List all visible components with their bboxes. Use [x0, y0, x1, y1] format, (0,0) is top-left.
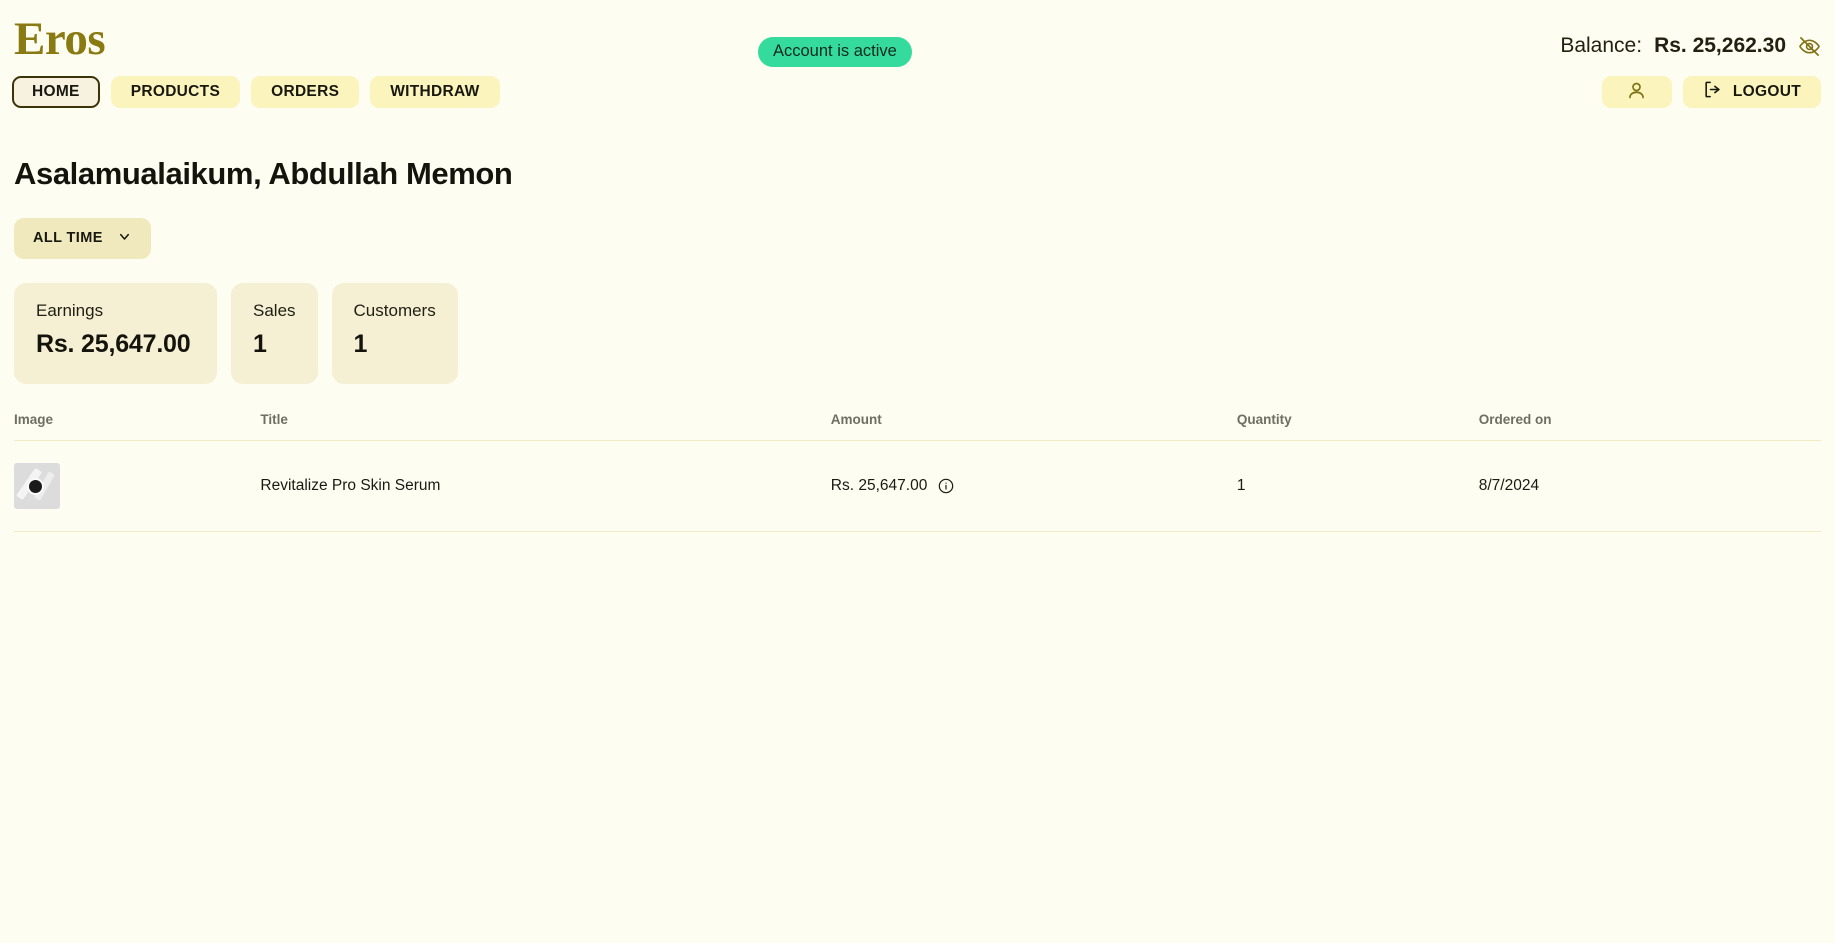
amount-value: Rs. 25,647.00 [830, 476, 928, 494]
column-header-image: Image [14, 411, 261, 441]
status-badge: Account is active [758, 37, 912, 68]
stat-label: Sales [253, 300, 296, 320]
app-page: Eros Account is active Balance: Rs. 25,2… [0, 0, 1835, 943]
time-range-filter[interactable]: ALL TIME [14, 217, 151, 259]
filter-row: ALL TIME [14, 217, 1821, 259]
stat-card-sales: Sales 1 [231, 282, 318, 384]
profile-button[interactable] [1601, 76, 1672, 108]
orders-table: Image Title Amount Quantity Ordered on R… [14, 411, 1821, 532]
stat-label: Customers [353, 300, 436, 320]
user-icon [1626, 80, 1647, 104]
nav-bar: HOME PRODUCTS ORDERS WITHDRAW LOGOUT [0, 76, 1835, 134]
brand-logo[interactable]: Eros [14, 16, 106, 63]
top-right-actions: LOGOUT [1601, 76, 1821, 108]
balance-display: Balance: Rs. 25,262.30 [1560, 34, 1821, 58]
stat-card-earnings: Earnings Rs. 25,647.00 [14, 282, 217, 384]
stat-value: Rs. 25,647.00 [36, 330, 191, 359]
cell-amount: Rs. 25,647.00 [830, 440, 1237, 532]
table-row[interactable]: Revitalize Pro Skin Serum Rs. 25,647.00 [14, 440, 1821, 532]
balance-label: Balance: [1560, 34, 1643, 57]
orders-table-body: Revitalize Pro Skin Serum Rs. 25,647.00 [14, 440, 1821, 532]
cell-quantity: 1 [1236, 440, 1479, 532]
info-icon[interactable] [938, 478, 954, 494]
stat-value: 1 [253, 330, 267, 359]
column-header-amount: Amount [830, 411, 1237, 441]
top-bar: Eros Account is active Balance: Rs. 25,2… [0, 0, 1835, 76]
nav-item-home[interactable]: HOME [12, 76, 100, 108]
column-header-ordered-on: Ordered on [1478, 411, 1821, 441]
nav-item-orders[interactable]: ORDERS [251, 76, 360, 108]
logout-label: LOGOUT [1732, 83, 1801, 100]
stat-value: 1 [353, 330, 368, 359]
stat-label: Earnings [36, 300, 104, 320]
column-header-quantity: Quantity [1236, 411, 1479, 441]
orders-table-head: Image Title Amount Quantity Ordered on [14, 411, 1821, 441]
product-thumbnail[interactable] [14, 462, 60, 509]
eye-off-icon[interactable] [1798, 35, 1821, 58]
nav-item-products[interactable]: PRODUCTS [110, 76, 241, 108]
time-range-filter-label: ALL TIME [33, 230, 103, 247]
stat-card-customers: Customers 1 [331, 282, 458, 384]
main-nav: HOME PRODUCTS ORDERS WITHDRAW [12, 76, 500, 108]
logout-icon [1703, 80, 1722, 104]
balance-value: Rs. 25,262.30 [1654, 34, 1786, 57]
table-header-row: Image Title Amount Quantity Ordered on [14, 411, 1821, 441]
cell-ordered-on: 8/7/2024 [1478, 440, 1821, 532]
cell-title: Revitalize Pro Skin Serum [260, 440, 831, 532]
cell-image [14, 440, 261, 532]
main-content: Asalamualaikum, Abdullah Memon ALL TIME … [0, 156, 1835, 532]
logout-button[interactable]: LOGOUT [1682, 76, 1821, 108]
page-title: Asalamualaikum, Abdullah Memon [14, 156, 513, 191]
column-header-title: Title [260, 411, 831, 441]
stats-row: Earnings Rs. 25,647.00 Sales 1 Customers… [14, 282, 1821, 384]
nav-item-withdraw[interactable]: WITHDRAW [370, 76, 500, 108]
chevron-down-icon [117, 229, 132, 248]
